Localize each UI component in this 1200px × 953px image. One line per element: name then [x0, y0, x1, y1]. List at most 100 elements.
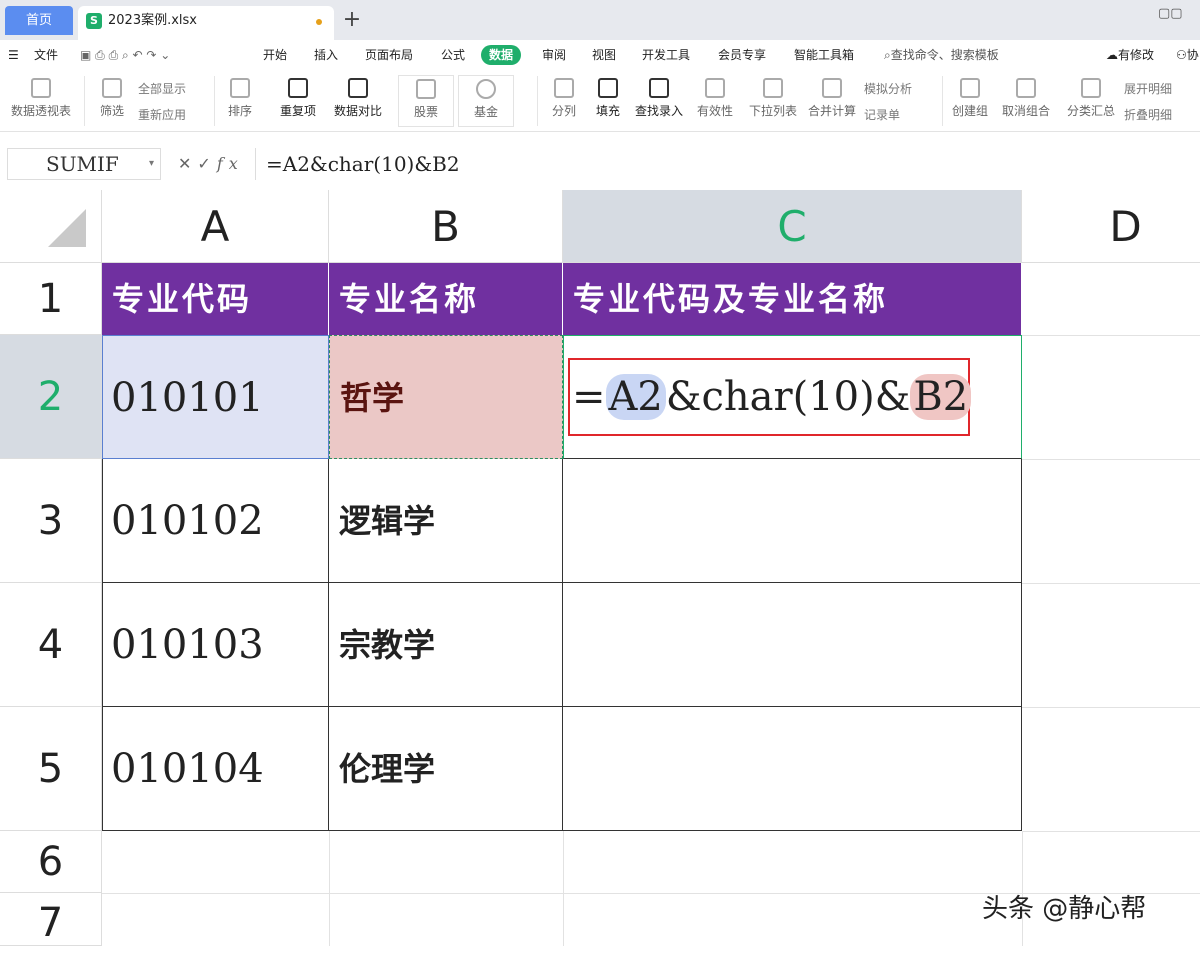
- cell-a3[interactable]: 010102: [102, 459, 329, 583]
- row-header-5[interactable]: 5: [0, 707, 102, 831]
- collaborate-button[interactable]: ⚇协: [1176, 45, 1199, 65]
- menu-item-developer[interactable]: 开发工具: [642, 45, 690, 65]
- name-box[interactable]: SUMIF ▾: [7, 148, 161, 180]
- merge-calc-button[interactable]: 合并计算: [804, 70, 860, 130]
- cancel-icon[interactable]: ✕: [178, 154, 197, 173]
- changes-indicator[interactable]: ☁有修改: [1106, 45, 1154, 65]
- menu-item-review[interactable]: 审阅: [542, 45, 566, 65]
- formula-bar: SUMIF ▾ ✕✓fx =A2&char(10)&B2: [0, 140, 1200, 186]
- cell-b2[interactable]: 哲学: [329, 335, 563, 459]
- confirm-icon[interactable]: ✓: [197, 154, 216, 173]
- command-search[interactable]: ⌕查找命令、搜索模板: [884, 45, 999, 65]
- split-column-button[interactable]: 分列: [544, 70, 584, 130]
- menu-item-view[interactable]: 视图: [592, 45, 616, 65]
- command-search-text: 查找命令、搜索模板: [890, 48, 999, 62]
- create-group-button[interactable]: 创建组: [948, 70, 992, 130]
- collapse-detail-button[interactable]: 折叠明细: [1124, 106, 1172, 123]
- tab-workbook-label: 2023案例.xlsx: [108, 13, 197, 28]
- select-all-icon: [48, 209, 86, 247]
- formula-equals: =: [572, 374, 606, 420]
- expand-detail-button[interactable]: 展开明细: [1124, 80, 1172, 97]
- reapply-button[interactable]: 重新应用: [138, 106, 186, 123]
- column-header-c[interactable]: C: [563, 190, 1022, 263]
- sort-icon: [230, 78, 250, 98]
- cell-c3[interactable]: [563, 459, 1022, 583]
- row-header-2[interactable]: 2: [0, 335, 102, 459]
- cell-c5[interactable]: [563, 707, 1022, 831]
- cell-c2-editor[interactable]: =A2&char(10)&B2: [568, 358, 972, 436]
- formula-buttons: ✕✓fx: [178, 154, 244, 173]
- cell-b4[interactable]: 宗教学: [329, 583, 563, 707]
- gridline: [563, 831, 564, 946]
- pivot-table-button[interactable]: 数据透视表: [6, 70, 76, 130]
- lookup-entry-button[interactable]: 查找录入: [632, 70, 686, 130]
- gridline: [329, 831, 330, 946]
- subtotal-button[interactable]: 分类汇总: [1064, 70, 1118, 130]
- new-tab-button[interactable]: +: [340, 7, 364, 33]
- column-header-d[interactable]: D: [1022, 190, 1200, 263]
- record-form-button[interactable]: 记录单: [864, 106, 900, 123]
- menu-item-insert[interactable]: 插入: [314, 45, 338, 65]
- split-icon: [554, 78, 574, 98]
- cell-c1[interactable]: 专业代码及专业名称: [563, 263, 1022, 335]
- menu-item-formulas[interactable]: 公式: [441, 45, 465, 65]
- gridline: [1022, 459, 1200, 460]
- dropdown-list-button[interactable]: 下拉列表: [746, 70, 800, 130]
- cell-b5[interactable]: 伦理学: [329, 707, 563, 831]
- tab-home[interactable]: 首页: [5, 6, 73, 35]
- menu-icon[interactable]: ☰: [8, 45, 19, 65]
- row-header-3[interactable]: 3: [0, 459, 102, 583]
- ribbon-divider: [84, 76, 85, 126]
- ribbon-divider: [214, 76, 215, 126]
- duplicates-button[interactable]: 重复项: [272, 70, 324, 130]
- watermark: 头条 @静心帮: [982, 894, 1147, 924]
- window-layout-icon[interactable]: ▢▢: [1158, 6, 1194, 28]
- cell-a2[interactable]: 010101: [102, 335, 329, 459]
- formula-input[interactable]: =A2&char(10)&B2: [255, 148, 1200, 180]
- column-header-a[interactable]: A: [102, 190, 329, 263]
- formula-middle: &char(10)&: [665, 374, 911, 420]
- dropdown-list-icon: [763, 78, 783, 98]
- quick-access-toolbar[interactable]: ▣ ⎙ ⎙ ⌕ ↶ ↷ ⌄: [80, 45, 170, 65]
- ribbon: 数据透视表 筛选 全部显示 重新应用 排序 重复项 数据对比 股票 基金 分列 …: [0, 70, 1200, 132]
- tab-workbook[interactable]: S 2023案例.xlsx: [78, 6, 334, 40]
- select-all-corner[interactable]: [0, 190, 102, 263]
- ungroup-button[interactable]: 取消组合: [996, 70, 1056, 130]
- column-header-b[interactable]: B: [329, 190, 563, 263]
- sheet-grid: A B C D 1 2 3 4 5 6 7 专业代码 专业名称 专业代码及专业名…: [0, 190, 1200, 946]
- menu-file[interactable]: 文件: [34, 45, 58, 65]
- gridline: [1022, 335, 1200, 336]
- cell-b3[interactable]: 逻辑学: [329, 459, 563, 583]
- menu-item-member[interactable]: 会员专享: [718, 45, 766, 65]
- what-if-analysis-button[interactable]: 模拟分析: [864, 80, 912, 97]
- cell-a4[interactable]: 010103: [102, 583, 329, 707]
- sort-button[interactable]: 排序: [220, 70, 260, 130]
- menu-item-page-layout[interactable]: 页面布局: [365, 45, 413, 65]
- filter-button[interactable]: 筛选: [92, 70, 132, 130]
- cell-c4[interactable]: [563, 583, 1022, 707]
- fx-icon[interactable]: fx: [217, 154, 244, 173]
- subtotal-icon: [1081, 78, 1101, 98]
- merge-calc-icon: [822, 78, 842, 98]
- row-header-1[interactable]: 1: [0, 263, 102, 335]
- spreadsheet-icon: S: [86, 13, 102, 29]
- show-all-button[interactable]: 全部显示: [138, 80, 186, 97]
- validity-button[interactable]: 有效性: [692, 70, 738, 130]
- cell-a1[interactable]: 专业代码: [102, 263, 329, 335]
- cell-a5[interactable]: 010104: [102, 707, 329, 831]
- chevron-down-icon[interactable]: ▾: [149, 149, 154, 179]
- fund-button[interactable]: 基金: [458, 75, 514, 127]
- lookup-icon: [649, 78, 669, 98]
- menu-item-start[interactable]: 开始: [263, 45, 287, 65]
- fill-button[interactable]: 填充: [588, 70, 628, 130]
- menu-item-smart-toolbox[interactable]: 智能工具箱: [794, 45, 854, 65]
- tab-bar: 首页 S 2023案例.xlsx + ▢▢: [0, 0, 1200, 40]
- stock-button[interactable]: 股票: [398, 75, 454, 127]
- row-header-6[interactable]: 6: [0, 831, 102, 893]
- stock-chart-icon: [416, 79, 436, 99]
- menu-item-data[interactable]: 数据: [481, 45, 522, 65]
- data-compare-button[interactable]: 数据对比: [328, 70, 388, 130]
- cell-b1[interactable]: 专业名称: [329, 263, 563, 335]
- row-header-7[interactable]: 7: [0, 893, 102, 946]
- row-header-4[interactable]: 4: [0, 583, 102, 707]
